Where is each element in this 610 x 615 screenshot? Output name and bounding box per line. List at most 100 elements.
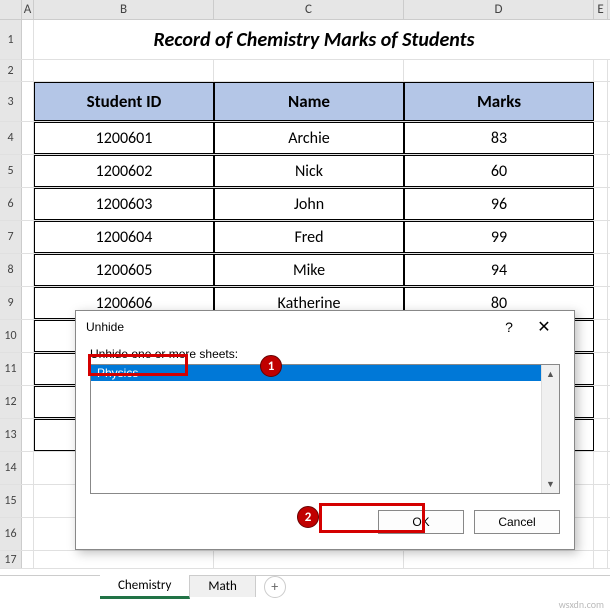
cell[interactable] <box>214 551 404 568</box>
cell[interactable] <box>594 287 608 319</box>
cell[interactable] <box>22 485 34 517</box>
row-header-2[interactable]: 2 <box>0 60 22 81</box>
close-icon[interactable]: ✕ <box>524 317 564 337</box>
tab-chemistry[interactable]: Chemistry <box>100 575 190 599</box>
row-header-13[interactable]: 13 <box>0 419 22 451</box>
unhide-dialog: Unhide ? ✕ Unhide one or more sheets: Ph… <box>75 310 575 550</box>
cell[interactable] <box>594 485 608 517</box>
page-title[interactable]: Record of Chemistry Marks of Students <box>34 20 594 59</box>
cell[interactable] <box>22 353 34 385</box>
cell[interactable] <box>594 386 608 418</box>
col-header-b[interactable]: B <box>34 0 214 19</box>
table-cell[interactable]: Fred <box>214 221 404 253</box>
sheet-tabs: Chemistry Math + <box>0 575 610 597</box>
dialog-title: Unhide <box>86 320 494 334</box>
ok-button[interactable]: OK <box>378 510 464 534</box>
cell[interactable] <box>22 518 34 550</box>
cell[interactable] <box>22 551 34 568</box>
cell[interactable] <box>594 551 608 568</box>
table-cell[interactable]: 1200603 <box>34 188 214 220</box>
table-cell[interactable]: Archie <box>214 122 404 154</box>
col-header-a[interactable]: A <box>22 0 34 19</box>
cell[interactable] <box>22 287 34 319</box>
header-marks[interactable]: Marks <box>404 82 594 121</box>
cell[interactable] <box>404 60 594 81</box>
cell[interactable] <box>594 82 608 121</box>
col-header-c[interactable]: C <box>214 0 404 19</box>
cell[interactable] <box>22 452 34 484</box>
cell[interactable] <box>22 122 34 154</box>
table-cell[interactable]: 60 <box>404 155 594 187</box>
table-cell[interactable]: 1200602 <box>34 155 214 187</box>
table-cell[interactable]: 1200601 <box>34 122 214 154</box>
cell[interactable] <box>34 60 214 81</box>
cell[interactable] <box>22 320 34 352</box>
cell[interactable] <box>594 518 608 550</box>
cancel-button[interactable]: Cancel <box>474 510 560 534</box>
cell[interactable] <box>594 452 608 484</box>
row-header-4[interactable]: 4 <box>0 122 22 154</box>
cell[interactable] <box>22 221 34 253</box>
header-name[interactable]: Name <box>214 82 404 121</box>
sheets-listbox[interactable]: Physics ▲ ▼ <box>90 364 560 494</box>
row-header-17[interactable]: 17 <box>0 551 22 568</box>
row-header-9[interactable]: 9 <box>0 287 22 319</box>
row-header-8[interactable]: 8 <box>0 254 22 286</box>
cell[interactable] <box>594 221 608 253</box>
row-header-12[interactable]: 12 <box>0 386 22 418</box>
table-cell[interactable]: John <box>214 188 404 220</box>
cell[interactable] <box>594 188 608 220</box>
cell[interactable] <box>34 551 214 568</box>
cell[interactable] <box>594 155 608 187</box>
cell[interactable] <box>594 320 608 352</box>
cell[interactable] <box>594 254 608 286</box>
row-header-7[interactable]: 7 <box>0 221 22 253</box>
step-badge-2: 2 <box>297 506 319 528</box>
scroll-up-icon[interactable]: ▲ <box>542 365 559 383</box>
row-header-1[interactable]: 1 <box>0 20 22 59</box>
scrollbar[interactable]: ▲ ▼ <box>541 365 559 493</box>
dialog-titlebar[interactable]: Unhide ? ✕ <box>76 311 574 343</box>
table-cell[interactable]: 99 <box>404 221 594 253</box>
col-header-e[interactable]: E <box>594 0 608 19</box>
row-header-10[interactable]: 10 <box>0 320 22 352</box>
header-student-id[interactable]: Student ID <box>34 82 214 121</box>
add-sheet-button[interactable]: + <box>264 576 286 598</box>
cell[interactable] <box>22 155 34 187</box>
table-cell[interactable]: 83 <box>404 122 594 154</box>
table-cell[interactable]: Nick <box>214 155 404 187</box>
table-cell[interactable]: 96 <box>404 188 594 220</box>
select-all-corner[interactable] <box>0 0 22 19</box>
cell[interactable] <box>404 551 594 568</box>
cell[interactable] <box>214 60 404 81</box>
scroll-down-icon[interactable]: ▼ <box>542 475 559 493</box>
row-header-3[interactable]: 3 <box>0 82 22 121</box>
table-cell[interactable]: 1200604 <box>34 221 214 253</box>
table-cell[interactable]: Mike <box>214 254 404 286</box>
cell[interactable] <box>594 419 608 451</box>
tab-math[interactable]: Math <box>190 576 255 597</box>
row-header-15[interactable]: 15 <box>0 485 22 517</box>
list-item-physics[interactable]: Physics <box>91 365 559 381</box>
watermark: wsxdn.com <box>559 598 604 611</box>
cell[interactable] <box>594 60 608 81</box>
row-header-16[interactable]: 16 <box>0 518 22 550</box>
cell[interactable] <box>594 122 608 154</box>
cell[interactable] <box>22 419 34 451</box>
row-header-6[interactable]: 6 <box>0 188 22 220</box>
cell[interactable] <box>22 254 34 286</box>
col-header-d[interactable]: D <box>404 0 594 19</box>
dialog-label: Unhide one or more sheets: <box>90 347 560 361</box>
row-header-11[interactable]: 11 <box>0 353 22 385</box>
help-button[interactable]: ? <box>494 319 524 335</box>
cell[interactable] <box>22 82 34 121</box>
cell[interactable] <box>22 386 34 418</box>
cell[interactable] <box>594 353 608 385</box>
cell[interactable] <box>22 188 34 220</box>
cell[interactable] <box>22 60 34 81</box>
table-cell[interactable]: 94 <box>404 254 594 286</box>
row-header-14[interactable]: 14 <box>0 452 22 484</box>
row-header-5[interactable]: 5 <box>0 155 22 187</box>
cell[interactable] <box>22 20 34 59</box>
table-cell[interactable]: 1200605 <box>34 254 214 286</box>
